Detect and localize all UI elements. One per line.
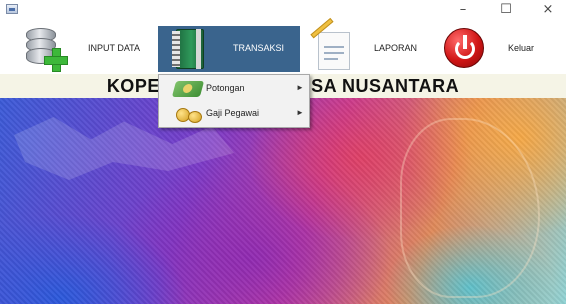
menu-input-data-label: INPUT DATA bbox=[88, 43, 141, 53]
submenu-arrow-icon: ► bbox=[296, 83, 304, 92]
close-button[interactable]: × bbox=[531, 0, 565, 20]
maximize-button[interactable]: ☐ bbox=[489, 0, 523, 20]
app-window: – ☐ × INPUT DATA TRANSAKSI LAPORAN Kelua… bbox=[0, 0, 566, 304]
coins-icon bbox=[174, 106, 202, 123]
app-window-icon bbox=[6, 4, 18, 14]
database-add-icon bbox=[22, 26, 68, 72]
transaksi-dropdown-menu: Potongan ► Gaji Pegawai ► bbox=[158, 74, 310, 128]
menu-keluar[interactable]: Keluar bbox=[440, 26, 560, 70]
menu-item-potongan-label: Potongan bbox=[206, 83, 245, 93]
menu-item-potongan[interactable]: Potongan ► bbox=[160, 77, 308, 101]
menu-input-data[interactable]: INPUT DATA bbox=[22, 26, 160, 72]
money-icon bbox=[171, 81, 205, 97]
title-bar: – ☐ × bbox=[0, 0, 566, 20]
menu-item-gaji-pegawai-label: Gaji Pegawai bbox=[206, 108, 260, 118]
background-artwork bbox=[0, 98, 566, 304]
menu-transaksi[interactable]: TRANSAKSI bbox=[158, 26, 300, 72]
menu-laporan[interactable]: LAPORAN bbox=[306, 17, 438, 70]
menu-transaksi-label: TRANSAKSI bbox=[233, 43, 285, 53]
menu-laporan-label: LAPORAN bbox=[374, 43, 418, 53]
submenu-arrow-icon: ► bbox=[296, 108, 304, 117]
menu-bar: INPUT DATA TRANSAKSI LAPORAN Keluar bbox=[0, 17, 566, 74]
minimize-button[interactable]: – bbox=[446, 0, 480, 20]
menu-item-gaji-pegawai[interactable]: Gaji Pegawai ► bbox=[160, 102, 308, 126]
menu-keluar-label: Keluar bbox=[508, 43, 535, 53]
book-icon bbox=[172, 29, 206, 69]
report-icon bbox=[310, 17, 352, 70]
exit-power-icon bbox=[444, 28, 484, 68]
